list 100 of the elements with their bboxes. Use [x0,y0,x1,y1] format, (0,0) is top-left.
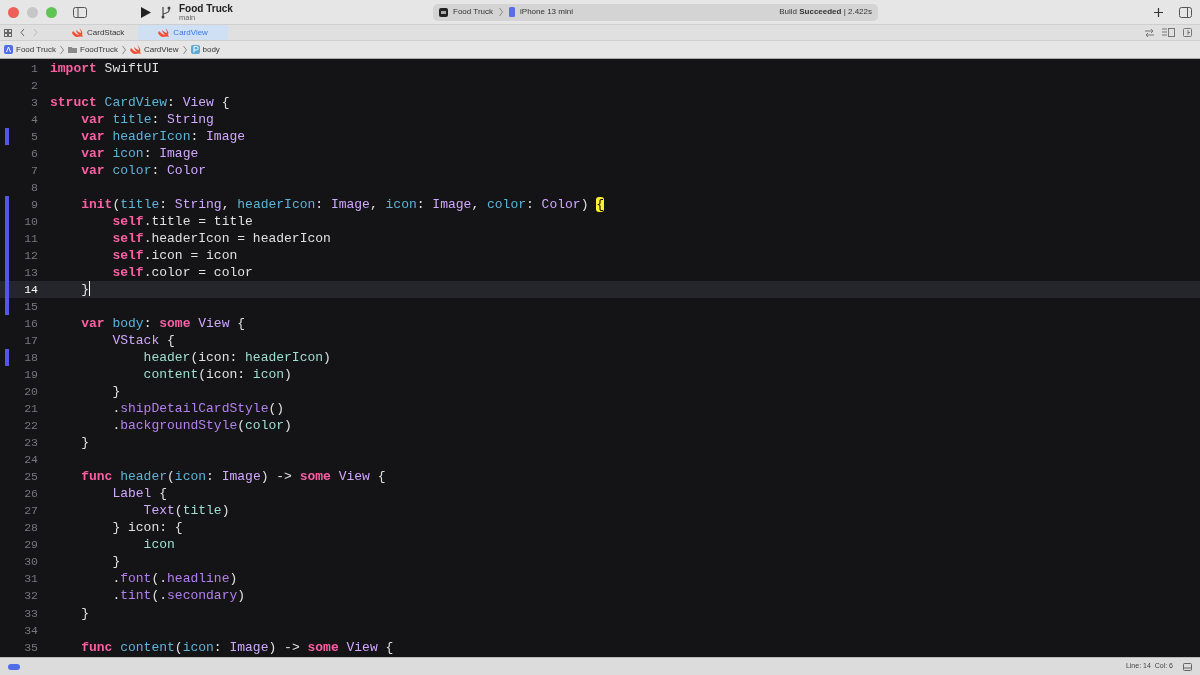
text-cursor [89,281,90,297]
line-number: 32 [23,588,38,605]
chevron-icon [498,7,504,17]
line-number: 24 [23,452,38,469]
code-line: } [111,553,121,571]
breadcrumb-item[interactable]: FoodTruck [68,43,118,56]
line-number: 12 [23,248,38,265]
issue-navigator-icon[interactable] [8,663,20,670]
project-name: Food Truck [179,2,234,14]
line-number: 13 [23,265,38,282]
line-number: 16 [23,316,38,333]
scheme-target[interactable]: Food Truck [453,6,493,18]
line-number: 18 [23,350,38,367]
sidebar-icon [73,6,87,18]
code-line: struct CardView: View { [49,94,230,112]
inspector-toggle-button[interactable] [1179,6,1192,18]
code-line: import SwiftUI [49,60,160,77]
code-line: .shipDetailCardStyle() [111,400,285,418]
line-number: 34 [23,622,38,639]
line-number: 8 [30,180,38,197]
code-line: header(icon: headerIcon) [142,349,331,367]
code-line: icon [142,536,175,554]
code-line: func content(icon: Image) -> some View { [80,638,394,656]
line-number: 2 [30,78,38,94]
branch-icon [161,5,171,19]
line-number: 28 [23,520,38,537]
line-number: 35 [23,639,38,656]
line-number: 5 [30,129,38,146]
editor-tab[interactable]: CardStack [58,25,139,40]
line-number: 21 [23,401,38,418]
line-number: 1 [30,61,38,77]
code-line: self.title = title [111,213,253,231]
inspector-icon [1179,6,1192,18]
chevron-icon [120,44,127,55]
code-line: self.icon = icon [111,247,238,265]
code-line: func header(icon: Image) -> some View { [80,468,386,486]
line-number: 25 [23,469,38,486]
line-number: 9 [30,197,38,214]
line-number: 10 [23,214,38,231]
line-number: 6 [30,146,38,163]
sidebar-toggle-icon[interactable] [73,6,87,18]
code-line: content(icon: icon) [142,366,292,384]
line-number: 26 [23,486,38,503]
line-number: 20 [23,384,38,401]
code-line: var color: Color [80,162,207,180]
swap-arrows-icon[interactable] [1145,28,1154,37]
chevron-icon [59,44,65,55]
run-button[interactable] [141,6,151,18]
line-number: 33 [23,605,38,622]
line-number: 22 [23,418,38,435]
line-number: 27 [23,503,38,520]
swift-icon [72,27,83,38]
code-line: } [111,383,121,401]
add-editor-icon[interactable] [1183,28,1192,37]
code-line: } icon: { [111,519,183,537]
line-number: 4 [30,112,38,129]
swift-icon [129,44,141,55]
code-line: } [80,604,89,622]
back-icon[interactable] [20,28,25,37]
property-icon [190,45,200,54]
line-number: 14 [23,282,38,299]
close-button[interactable] [8,6,19,18]
plus-icon [1154,7,1163,17]
line-number: 17 [23,333,38,350]
line-number: 29 [23,537,38,554]
line-number: 19 [23,367,38,384]
phone-icon [509,7,515,17]
device-selector[interactable]: iPhone 13 mini [520,6,573,18]
code-line: var title: String [80,111,214,129]
code-line: Text(title) [142,502,230,520]
code-line: .backgroundStyle(color) [111,417,292,435]
breadcrumb-item[interactable]: Food Truck [4,43,56,56]
folder-icon [68,45,77,54]
build-status: Build Succeeded | 2.422s [779,6,872,18]
app-icon [439,7,448,17]
breadcrumb-item[interactable]: CardView [129,43,179,56]
code-line: var icon: Image [80,145,199,163]
swift-icon [158,27,170,38]
grid-icon[interactable] [4,28,12,37]
panel-toggle-icon[interactable] [1183,662,1192,671]
code-line: self.color = color [111,264,253,282]
adjust-editor-icon[interactable] [1162,28,1175,37]
line-number: 7 [30,163,38,180]
line-number: 30 [23,554,38,571]
code-line: var headerIcon: Image [80,128,246,146]
line-number: 11 [23,231,38,248]
chevron-icon [181,44,188,55]
code-line: } [80,434,89,452]
line-number: 15 [23,299,38,316]
add-button[interactable] [1154,7,1163,17]
zoom-button[interactable] [46,6,57,18]
code-line: .tint(.secondary) [111,587,246,605]
play-icon [141,6,151,18]
line-number: 3 [30,95,38,112]
line-number: 31 [23,571,38,588]
project-icon [4,45,13,54]
breadcrumb-item[interactable]: body [190,43,220,56]
code-line: init(title: String, headerIcon: Image, icon: Image, color: Color) { [80,196,605,214]
code-line: .font(.headline) [111,570,238,588]
code-line: } [80,281,89,299]
